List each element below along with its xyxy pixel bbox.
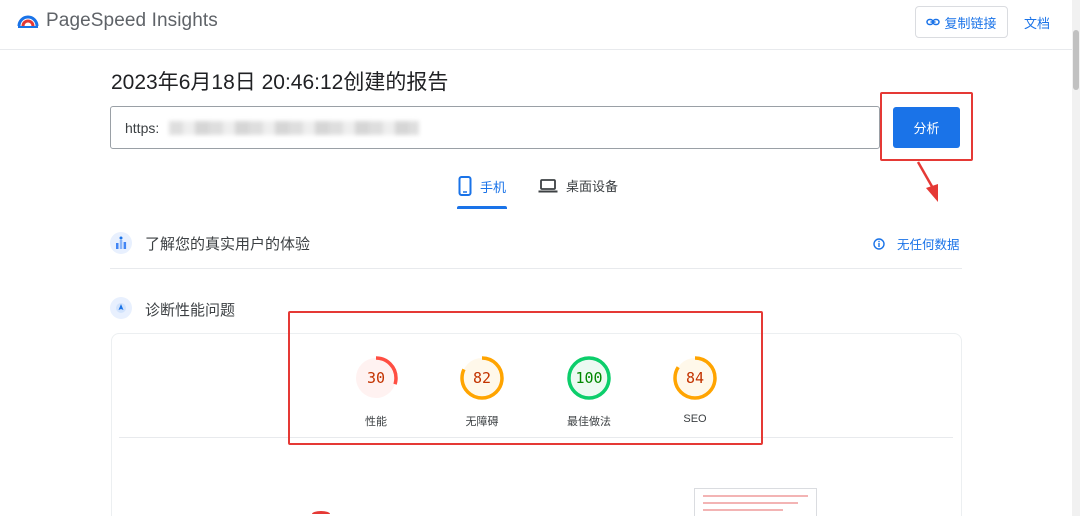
- active-tab-indicator: [457, 206, 507, 209]
- diagnose-section-title: 诊断性能问题: [145, 302, 236, 319]
- tab-desktop[interactable]: 桌面设备: [538, 176, 618, 195]
- score-value: 30: [367, 369, 385, 387]
- score-gauge[interactable]: 100 最佳做法: [554, 354, 624, 429]
- analyze-highlight-box: [880, 92, 973, 161]
- annotation-fragment: [312, 511, 330, 516]
- tab-desktop-label: 桌面设备: [566, 179, 619, 194]
- section-divider: [110, 268, 962, 269]
- score-gauge[interactable]: 84 SEO: [660, 354, 730, 425]
- score-gauge-ring: 82: [460, 356, 504, 400]
- score-gauge[interactable]: 82 无障碍: [447, 354, 517, 429]
- thumbnail-line: [703, 509, 783, 511]
- score-value: 84: [686, 369, 704, 387]
- annotation-arrow-icon: [916, 161, 938, 202]
- brand-logo[interactable]: PageSpeed Insights: [16, 9, 218, 33]
- no-data-link[interactable]: 无任何数据: [873, 234, 960, 253]
- url-input[interactable]: https:: [110, 106, 880, 149]
- scrollbar[interactable]: [1072, 0, 1080, 516]
- screenshot-thumbnail[interactable]: [694, 488, 817, 516]
- docs-link[interactable]: 文档: [1024, 13, 1050, 32]
- score-label: 最佳做法: [567, 416, 611, 428]
- users-chart-icon: [110, 232, 132, 254]
- info-icon: [873, 237, 885, 250]
- score-gauge[interactable]: 30 性能: [341, 354, 411, 429]
- laptop-icon: [538, 178, 558, 192]
- thumbnail-line: [703, 495, 808, 497]
- lighthouse-icon: [110, 297, 132, 319]
- tab-mobile[interactable]: 手机: [458, 176, 506, 196]
- score-gauge-ring: 100: [567, 356, 611, 400]
- thumbnail-line: [703, 502, 798, 504]
- report-title: 2023年6月18日 20:46:12创建的报告: [111, 71, 449, 94]
- score-gauge-ring: 30: [354, 356, 398, 400]
- score-label: SEO: [683, 413, 707, 425]
- score-gauge-ring: 84: [673, 356, 717, 400]
- crux-section-title: 了解您的真实用户的体验: [145, 236, 311, 253]
- tab-mobile-label: 手机: [480, 179, 507, 195]
- score-label: 无障碍: [465, 416, 499, 428]
- pagespeed-logo-icon: [17, 15, 39, 28]
- no-data-label: 无任何数据: [897, 238, 960, 252]
- link-icon: [926, 18, 941, 26]
- score-label: 性能: [365, 416, 387, 428]
- scrollbar-thumb[interactable]: [1073, 30, 1079, 90]
- score-value: 82: [473, 369, 491, 387]
- url-input-value: https:: [125, 120, 160, 136]
- smartphone-icon: [458, 176, 472, 196]
- copy-link-button[interactable]: 复制链接: [915, 6, 1008, 38]
- top-bar: PageSpeed Insights 复制链接 文档: [0, 0, 1080, 50]
- brand-name: PageSpeed Insights: [46, 10, 218, 31]
- url-redaction: [169, 121, 419, 135]
- score-value: 100: [575, 369, 602, 387]
- copy-link-label: 复制链接: [944, 15, 997, 31]
